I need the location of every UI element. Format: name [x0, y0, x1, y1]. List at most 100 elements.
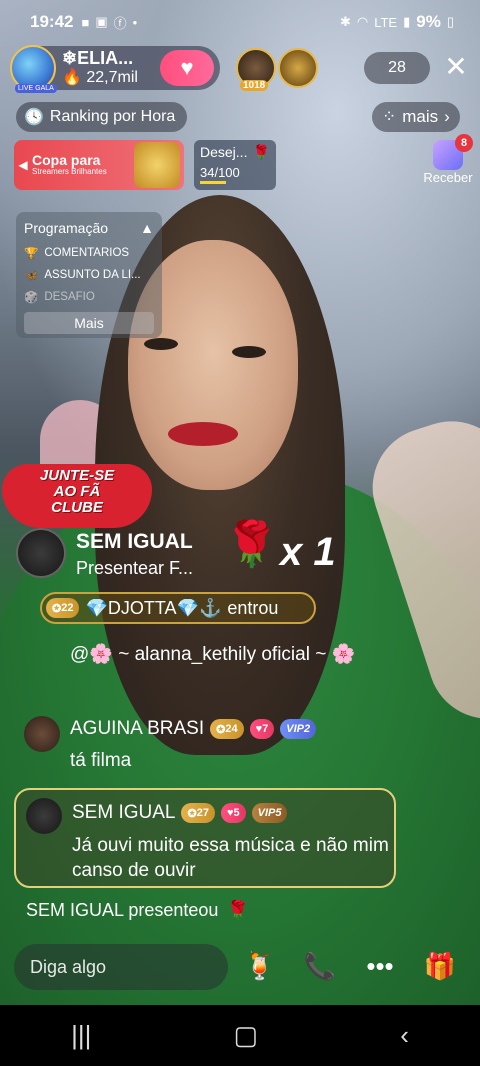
vip-badge: VIP2 [280, 719, 317, 739]
program-panel: Programação ▲ 🏆 COMENTARIOS 🦋 ASSUNTO DA… [16, 212, 162, 338]
home-icon[interactable]: ▢ [234, 1020, 259, 1051]
gift-multiplier: x 1 [280, 530, 336, 574]
receive-badge: 8 [455, 134, 473, 152]
network-label: LTE [374, 14, 398, 30]
cup-title: Copa para [32, 151, 101, 168]
level-value: 22 [61, 602, 74, 614]
call-icon[interactable]: 📞 [300, 946, 340, 986]
level-value: 27 [196, 807, 209, 819]
gift-description: Presentear F... [76, 558, 194, 578]
signal-icon: ▮ [403, 14, 411, 29]
program-item[interactable]: 🏆 COMENTARIOS [24, 242, 154, 264]
left-eye [144, 338, 178, 350]
caret-up-icon[interactable]: ▲ [140, 220, 154, 236]
program-item-label: DESAFIO [44, 291, 95, 303]
right-eye [232, 346, 266, 358]
viewer-count[interactable]: 28 [364, 52, 430, 84]
back-icon[interactable]: ‹ [400, 1020, 409, 1051]
viewer-badge: 1018 [240, 80, 269, 91]
gift-line: SEM IGUAL presenteou 🌹 [26, 900, 249, 921]
program-item-label: ASSUNTO DA LI... [44, 269, 141, 281]
wish-card[interactable]: Desej... 🌹 34/100 [194, 140, 276, 190]
status-time: 19:42 [30, 12, 74, 31]
dot-icon: • [132, 14, 138, 30]
host-badge: LIVE GALA [15, 84, 57, 93]
video-icon: ■ [81, 14, 90, 30]
flame-icon: 🔥 [62, 69, 82, 87]
gift-line-text: SEM IGUAL presenteou [26, 900, 219, 920]
host-avatar[interactable]: LIVE GALA [10, 45, 57, 93]
ranking-button[interactable]: 🕓 Ranking por Hora [16, 102, 188, 132]
rose-icon: 🌹 [226, 900, 249, 920]
host-fans: 🔥 22,7mil [62, 69, 138, 87]
app-icon: ▣ [95, 14, 108, 29]
rose-icon: 🌹 [224, 520, 279, 569]
cup-subtitle: Streamers Brilhantes [32, 167, 107, 177]
grid-icon: ⁘ [382, 107, 397, 126]
system-nav-bar: ||| ▢ ‹ [0, 1005, 480, 1066]
chat-user-name[interactable]: SEM IGUAL [72, 802, 175, 824]
gift-icon[interactable]: 🎁 [420, 946, 460, 986]
chat-message-highlighted: SEM IGUAL ✪ 27 ♥ 5 VIP5 Já ouvi muito es… [14, 788, 396, 888]
fan-club-button[interactable]: JUNTE-SE AO FÃ CLUBE [2, 456, 154, 528]
mention-message: @🌸 ~ alanna_kethily oficial ~ 🌸 [70, 644, 356, 665]
avatar[interactable] [26, 798, 62, 834]
wish-progress-bar [200, 181, 226, 184]
top-viewer-avatar[interactable]: 1018 [236, 48, 276, 91]
level-value: 24 [225, 723, 238, 735]
star-icon: ✪ [52, 602, 62, 615]
more-options-icon[interactable]: ••• [360, 946, 400, 986]
trophy-icon [134, 142, 180, 188]
user-entered-banner: ✪ 22 💎DJOTTA💎⚓ entrou [40, 592, 316, 624]
cup-banner[interactable]: ◀ Copa para Streamers Brilhantes [14, 140, 184, 190]
chevron-right-icon: › [444, 107, 450, 126]
ranking-label: Ranking por Hora [49, 108, 176, 125]
chat-message: AGUINA BRASI ✪ 24 ♥ 7 VIP2 tá filma [20, 712, 360, 780]
status-bar: 19:42 ■ ▣ ⓕ • ✱ ◠ LTE ▮ 9% ▯ [0, 0, 480, 44]
receive-label: Receber [423, 170, 473, 185]
drink-icon[interactable]: 🍹 [240, 946, 280, 986]
level-badge: ✪ 27 [181, 803, 215, 823]
program-item[interactable]: 🦋 ASSUNTO DA LI... [24, 264, 154, 286]
battery-level: 9% [416, 12, 441, 31]
wifi-icon: ◠ [356, 14, 369, 29]
host-name: ❄ELIA... [62, 48, 134, 69]
gift-notification: SEM IGUAL Presentear F... 🌹 x 1 [16, 520, 346, 580]
chat-user-name[interactable]: AGUINA BRASI [70, 718, 204, 740]
lips [168, 422, 238, 446]
gift-sender-name: SEM IGUAL [76, 530, 193, 553]
program-more-button[interactable]: Mais [24, 312, 154, 334]
entered-user-name[interactable]: 💎DJOTTA💎⚓ [85, 598, 221, 619]
program-item[interactable]: 🎲 DESAFIO [24, 286, 154, 308]
top-viewer-avatar-2[interactable] [278, 48, 318, 88]
more-button[interactable]: ⁘ mais › [372, 102, 460, 132]
program-item-label: COMENTARIOS [44, 247, 130, 259]
close-icon[interactable]: ✕ [440, 50, 472, 82]
vip-badge: VIP5 [251, 803, 288, 823]
status-right-icons: ✱ ◠ LTE ▮ 9% ▯ [340, 12, 454, 32]
gift-box-icon: 8 [433, 134, 473, 170]
avatar[interactable] [24, 716, 60, 752]
butterfly-icon: 🦋 [24, 270, 39, 282]
wish-progress: 34/100 [200, 165, 240, 180]
chevron-left-icon: ◀ [18, 158, 28, 172]
program-title: Programação [24, 220, 109, 236]
level-badge: ✪ 24 [210, 719, 244, 739]
bluetooth-icon: ✱ [339, 14, 351, 29]
host-details: ❄ELIA... 🔥 22,7mil [62, 48, 138, 87]
avatar[interactable] [16, 528, 66, 578]
fan-badge: ♥ 5 [220, 803, 246, 823]
recent-apps-icon[interactable]: ||| [71, 1020, 91, 1051]
fan-value: 7 [262, 723, 269, 735]
receive-button[interactable]: 8 Receber [420, 134, 476, 190]
trophy-small-icon: 🏆 [24, 248, 39, 260]
clock-icon: 🕓 [24, 109, 44, 126]
follow-heart-button[interactable]: ♥ [160, 50, 214, 86]
level-badge: ✪ 22 [46, 598, 80, 618]
fan-value: 5 [233, 807, 240, 819]
comment-input[interactable]: Diga algo [14, 944, 228, 990]
status-left-icons: ■ ▣ ⓕ • [81, 13, 137, 32]
battery-icon: ▯ [446, 14, 454, 29]
fan-badge: ♥ 7 [249, 719, 275, 739]
host-fans-count: 22,7mil [86, 69, 138, 87]
